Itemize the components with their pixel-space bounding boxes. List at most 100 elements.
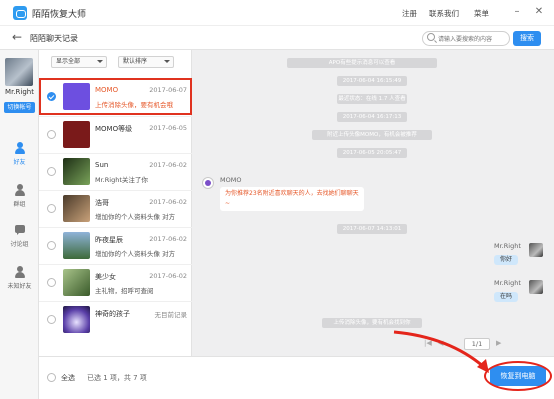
contact-avatar [63,232,90,259]
contact-checkbox[interactable] [47,167,56,176]
annotation-ellipse [484,361,552,391]
system-message: 附近上传头像MOMO，有机会被推荐 [312,130,432,140]
contact-name: Sun [95,161,109,169]
contact-date: 2017-06-05 [149,124,187,132]
sidebar-item-groups[interactable]: 群组 [0,184,39,218]
selection-info: 已选 1 项，共 7 项 [87,374,147,382]
message-sender: Mr.Right [494,242,521,250]
contact-item-shenqi[interactable]: 神奇的孩子 无目前记录 [39,301,192,338]
contact-us-link[interactable]: 联系我们 [429,8,459,19]
contact-date: 2017-06-07 [149,86,187,94]
person-icon [14,142,26,154]
contact-avatar [63,269,90,296]
chevron-down-icon [164,60,170,63]
unknown-person-icon [14,266,26,278]
sidebar-item-label: 讨论组 [10,241,29,248]
search-input[interactable] [438,34,508,44]
sidebar-item-discussions[interactable]: 讨论组 [0,224,39,258]
close-button[interactable]: ✕ [532,5,546,19]
account-avatar [5,58,33,86]
show-filter-label: 显示全部 [56,58,81,65]
contact-item-meishaonv[interactable]: 美少女 2017-06-02 主礼物，招呼可查阅 [39,264,192,301]
contact-checkbox[interactable] [47,315,56,324]
account-name: Mr.Right [5,88,34,96]
contact-item-momo-level[interactable]: MOMO等级 2017-06-05 [39,116,192,153]
message-sender: Mr.Right [494,279,521,287]
contact-name: 昨夜星辰 [95,236,123,244]
register-link[interactable]: 注册 [402,8,417,19]
sidebar-item-unknown-friends[interactable]: 未知好友 [0,266,39,300]
contact-item-haoge[interactable]: 浩哥 2017-06-02 增加你的个人资料头像 对方 [39,190,192,227]
contact-checkbox[interactable] [47,92,56,101]
search-icon [427,33,435,41]
system-timestamp: 2017-06-05 20:05:47 [337,148,407,158]
incoming-message-line1: 为你推荐23名附近喜欢聊天的人，去找她们聊聊天 [225,190,359,197]
contact-last-message: 增加你的个人资料头像 对方 [95,213,176,221]
outgoing-message-bubble: 在吗 [494,292,518,302]
minimize-button[interactable]: – [510,5,524,19]
message-sender: MOMO [220,176,242,184]
contact-item-sun[interactable]: Sun 2017-06-02 Mr.Right关注了你 [39,153,192,190]
system-timestamp: 2017-06-04 16:17:13 [337,112,407,122]
app-title: 陌陌恢复大师 [32,10,87,20]
search-box[interactable] [422,31,510,46]
chevron-down-icon [97,60,103,63]
switch-account-button[interactable]: 切换帐号 [4,102,35,113]
select-all-label[interactable]: 全选 [61,373,75,383]
sidebar-item-label: 好友 [13,159,26,166]
contact-checkbox[interactable] [47,278,56,287]
sidebar-item-label: 未知好友 [7,283,32,290]
contact-avatar [63,158,90,185]
contact-date: 2017-06-02 [149,161,187,169]
contact-item-momo[interactable]: MOMO 2017-06-07 上传消除头像，要有机会哦 [39,78,192,115]
contact-checkbox[interactable] [47,241,56,250]
contact-last-message: 上传消除头像，要有机会哦 [95,101,173,109]
contact-date: 无目前记录 [154,311,188,319]
search-button[interactable]: 搜索 [513,31,541,46]
contact-date: 2017-06-02 [149,272,187,280]
chat-icon [14,224,26,236]
group-icon [14,184,26,196]
show-filter-dropdown[interactable]: 显示全部 [51,56,107,68]
outgoing-message-bubble: 你好 [494,255,518,265]
system-timestamp: 2017-06-07 14:13:01 [337,224,407,234]
user-avatar [529,243,543,257]
contact-checkbox[interactable] [47,204,56,213]
contact-last-message: 主礼物，招呼可查阅 [95,287,154,295]
system-message: APO有些提示消息可以查看 [287,58,437,68]
back-arrow-icon[interactable]: ← [12,30,22,44]
app-logo-icon [13,6,27,20]
contact-name: MOMO [95,86,119,94]
contact-list: 显示全部 默认排序 MOMO 2017-06-07 上传消除头像，要有机会哦 M… [39,50,192,356]
sidebar-item-label: 群组 [13,201,26,208]
incoming-message-line2: ~ [225,200,231,207]
contact-avatar [63,306,90,333]
contact-last-message: 增加你的个人资料头像 对方 [95,250,176,258]
contact-name: MOMO等级 [95,125,133,133]
system-message: 最近状态：在线 1.7 人查看 [337,94,407,104]
contact-avatar [63,195,90,222]
system-timestamp: 2017-06-04 16:15:49 [337,76,407,86]
momo-avatar-icon [202,177,214,189]
contact-last-message: Mr.Right关注了你 [95,176,148,184]
chat-view: APO有些提示消息可以查看 2017-06-04 16:15:49 最近状态：在… [192,50,554,356]
sidebar-item-friends[interactable]: 好友 [0,142,39,176]
select-all-checkbox[interactable] [47,373,56,382]
page-title: 陌陌聊天记录 [30,34,78,43]
app-window: 陌陌恢复大师 注册 联系我们 菜单 – ✕ ← 陌陌聊天记录 搜索 Mr.Rig… [0,0,554,399]
sort-dropdown[interactable]: 默认排序 [118,56,174,68]
sort-label: 默认排序 [123,58,148,65]
footer-bar: 全选 已选 1 项，共 7 项 恢复到电脑 [39,330,554,399]
momo-avatar [63,83,90,110]
nav-bar: ← 陌陌聊天记录 搜索 [0,26,554,50]
contact-date: 2017-06-02 [149,235,187,243]
title-bar: 陌陌恢复大师 注册 联系我们 菜单 – ✕ [0,0,554,26]
incoming-message-bubble: 为你推荐23名附近喜欢聊天的人，去找她们聊聊天 ~ [220,187,364,211]
menu-link[interactable]: 菜单 [474,8,489,19]
contact-date: 2017-06-02 [149,198,187,206]
contact-name: 美少女 [95,273,116,281]
contact-checkbox[interactable] [47,130,56,139]
trophy-avatar [63,121,90,148]
contact-item-zuoye[interactable]: 昨夜星辰 2017-06-02 增加你的个人资料头像 对方 [39,227,192,264]
contact-name: 神奇的孩子 [95,310,130,318]
